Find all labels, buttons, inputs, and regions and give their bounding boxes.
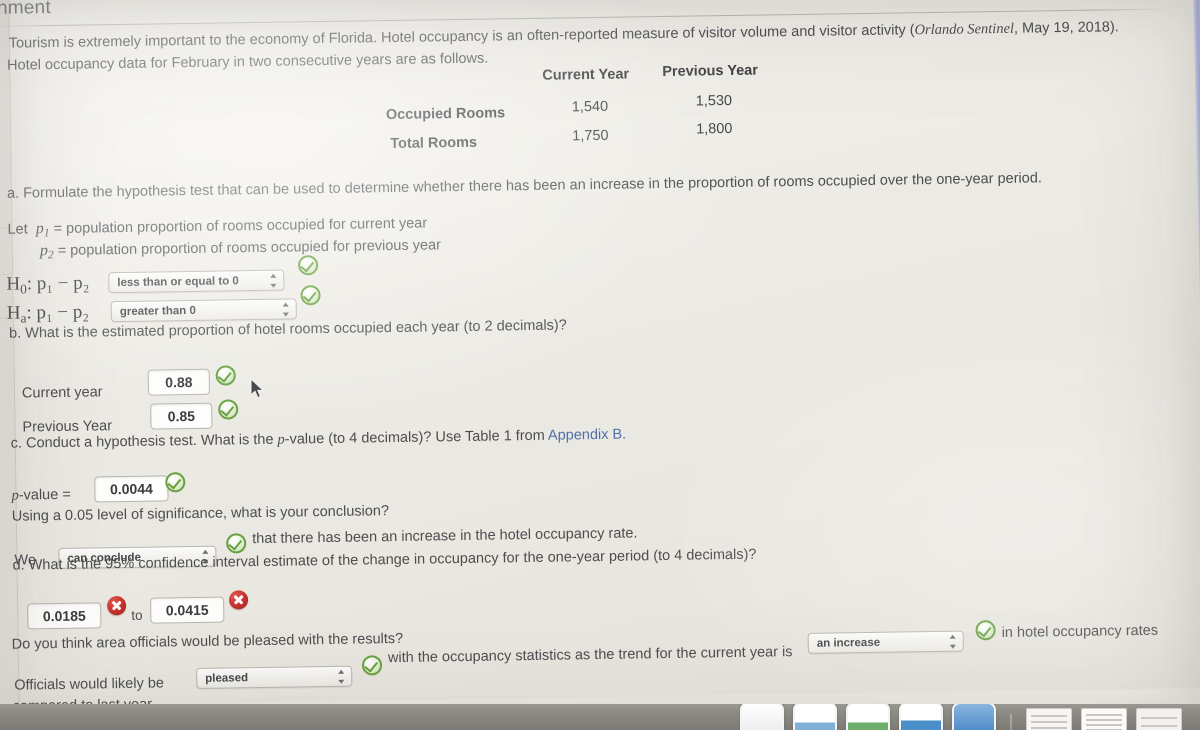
p-value-value: 0.0044	[109, 480, 153, 498]
ha-select[interactable]: greater than 0	[110, 298, 297, 323]
h0-select-value: less than or equal to 0	[117, 274, 239, 289]
ha-symbol: H	[6, 302, 21, 324]
part-b-label-current-year: Current year	[21, 384, 103, 402]
os-dock[interactable]	[0, 704, 1200, 730]
h0-difference: : p₁ − p₂	[26, 272, 90, 295]
table-cell-occupied-previous: 1,530	[695, 92, 733, 110]
ha-difference: : p₁ − p₂	[26, 301, 90, 324]
h0-correct-check-circle-icon	[297, 255, 319, 276]
table-cell-total-current: 1,750	[572, 127, 609, 145]
previous-year-correct-check-circle-icon	[218, 399, 239, 420]
ha-correct-check-circle-icon	[300, 285, 321, 306]
let-label: Let	[7, 221, 28, 238]
dock-app-icon[interactable]	[793, 704, 837, 730]
p-value-label: p-value =	[11, 486, 71, 504]
ci-lower-value: 0.0185	[42, 607, 86, 625]
part-a-let-line-2: p2 = population proportion of rooms occu…	[40, 233, 441, 264]
trend-select[interactable]: an increase	[807, 630, 964, 654]
table-header-previous-year: Previous Year	[662, 62, 759, 80]
officials-mid-text: with the occupancy statistics as the tre…	[387, 644, 793, 667]
officials-select[interactable]: pleased	[196, 665, 353, 689]
current-year-correct-check-circle-icon	[215, 365, 236, 386]
citation-source: Orlando Sentinel	[914, 20, 1015, 39]
officials-tail-text: in hotel occupancy rates	[1001, 622, 1159, 642]
dock-separator	[1010, 714, 1012, 730]
assignment-content: gnment Tourism is extremely important to…	[0, 0, 1198, 715]
ci-upper-value: 0.0415	[165, 601, 209, 619]
table-row-label-occupied-rooms: Occupied Rooms	[385, 105, 506, 124]
page-title: gnment	[0, 0, 52, 19]
significance-prompt: Using a 0.05 level of significance, what…	[11, 503, 390, 525]
officials-select-value: pleased	[205, 671, 249, 685]
officials-correct-check-circle-icon	[361, 655, 383, 676]
stepper-arrows-icon[interactable]	[337, 669, 344, 684]
screen-surface: gnment Tourism is extremely important to…	[0, 0, 1200, 715]
photographed-screen: gnment Tourism is extremely important to…	[0, 0, 1200, 730]
ha-select-value: greater than 0	[119, 304, 196, 318]
conclusion-correct-check-circle-icon	[226, 533, 247, 554]
null-hypothesis-expression: H0: p₁ − p₂	[6, 272, 90, 297]
ci-lower-incorrect-x-circle-icon	[107, 595, 127, 616]
dock-app-icon[interactable]	[740, 704, 784, 730]
p1-symbol: p1	[35, 220, 50, 240]
p-value-correct-check-circle-icon	[165, 472, 186, 493]
ci-lower-input[interactable]: 0.0185	[27, 602, 102, 630]
table-cell-total-previous: 1,800	[696, 120, 733, 138]
h0-symbol: H	[6, 273, 21, 295]
dock-minimized-window[interactable]	[1081, 708, 1127, 730]
dock-app-icon[interactable]	[952, 704, 996, 730]
p2-symbol: p2	[39, 242, 54, 262]
appendix-b-link[interactable]: Appendix B.	[548, 427, 626, 444]
p2-definition: = population proportion of rooms occupie…	[57, 237, 442, 259]
intro-text-a: Tourism is extremely important to the ec…	[8, 22, 915, 52]
part-b-prompt: b. What is the estimated proportion of h…	[8, 317, 567, 342]
table-cell-occupied-current: 1,540	[571, 98, 609, 116]
ci-upper-input[interactable]: 0.0415	[150, 596, 225, 624]
current-year-proportion-value: 0.88	[165, 373, 193, 391]
current-year-proportion-input[interactable]: 0.88	[147, 368, 211, 396]
stepper-arrows-icon[interactable]	[269, 273, 276, 288]
table-header-current-year: Current Year	[542, 66, 630, 84]
officials-prompt: Do you think area officials would be ple…	[11, 630, 404, 653]
trend-select-value: an increase	[816, 636, 881, 650]
stepper-arrows-icon[interactable]	[282, 302, 289, 317]
dock-minimized-window[interactable]	[1026, 708, 1072, 730]
ci-to-label: to	[131, 607, 143, 623]
part-a-prompt: a. Formulate the hypothesis test that ca…	[6, 170, 1042, 202]
mouse-pointer-icon	[250, 378, 266, 400]
trend-correct-check-circle-icon	[975, 620, 996, 641]
previous-year-proportion-value: 0.85	[167, 407, 196, 425]
table-row-label-total-rooms: Total Rooms	[390, 134, 478, 153]
dock-app-icon[interactable]	[899, 704, 943, 730]
intro-text-b: , May 19, 2018).	[1013, 19, 1119, 37]
ci-upper-incorrect-x-circle-icon	[228, 590, 249, 610]
p-value-input[interactable]: 0.0044	[94, 475, 169, 503]
h0-select[interactable]: less than or equal to 0	[108, 269, 285, 294]
stepper-arrows-icon[interactable]	[949, 634, 956, 649]
dock-app-icon[interactable]	[846, 704, 890, 730]
previous-year-proportion-input[interactable]: 0.85	[150, 402, 213, 430]
dock-minimized-window[interactable]	[1136, 708, 1182, 730]
